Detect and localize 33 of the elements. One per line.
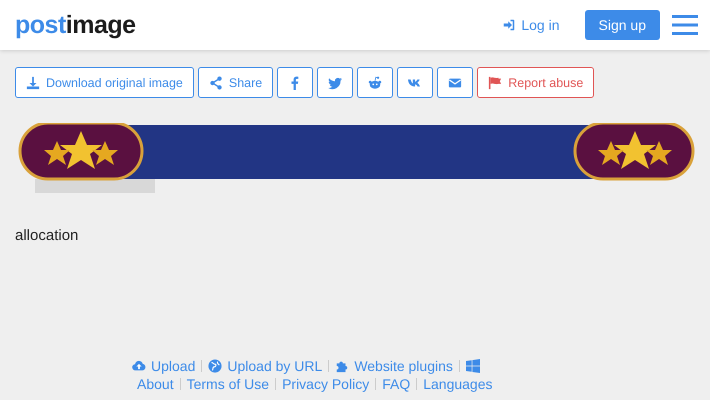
puzzle-icon xyxy=(335,359,350,373)
signup-button[interactable]: Sign up xyxy=(584,10,660,40)
footer-link[interactable]: About xyxy=(137,376,174,392)
email-button[interactable] xyxy=(437,67,474,98)
reddit-button[interactable] xyxy=(357,67,394,98)
windows-app-link[interactable] xyxy=(466,359,480,373)
windows-icon xyxy=(466,359,480,373)
footer-link[interactable]: Languages xyxy=(423,376,493,392)
footer-link[interactable]: FAQ xyxy=(382,376,410,392)
image-caption: allocation xyxy=(15,227,80,244)
postimage-logo[interactable]: postimage xyxy=(15,10,136,40)
twitter-icon xyxy=(328,76,342,90)
reddit-icon xyxy=(368,76,382,90)
facebook-button[interactable] xyxy=(277,67,314,98)
footer-link[interactable]: Terms of Use xyxy=(186,376,270,392)
download-icon xyxy=(26,76,40,90)
sign-in-icon xyxy=(503,19,516,31)
share-icon xyxy=(208,76,223,90)
upload-link[interactable]: Upload xyxy=(132,358,196,374)
twitter-button[interactable] xyxy=(317,67,354,98)
share-button[interactable]: Share xyxy=(198,67,274,98)
report-button[interactable]: Report abuse xyxy=(477,67,594,98)
download-button[interactable]: Download original image xyxy=(15,67,194,98)
footer-link[interactable]: Privacy Policy xyxy=(282,376,370,392)
menu-icon[interactable] xyxy=(672,14,698,36)
vk-button[interactable] xyxy=(397,67,434,98)
plugin-link[interactable]: Website plugins xyxy=(335,358,453,374)
flag-icon xyxy=(488,76,502,90)
envelope-icon xyxy=(448,76,462,90)
login-link[interactable]: Log in xyxy=(503,17,560,33)
url-link[interactable]: Upload by URL xyxy=(208,358,322,374)
cloud-upload-icon xyxy=(132,359,146,373)
globe-icon xyxy=(208,359,222,373)
